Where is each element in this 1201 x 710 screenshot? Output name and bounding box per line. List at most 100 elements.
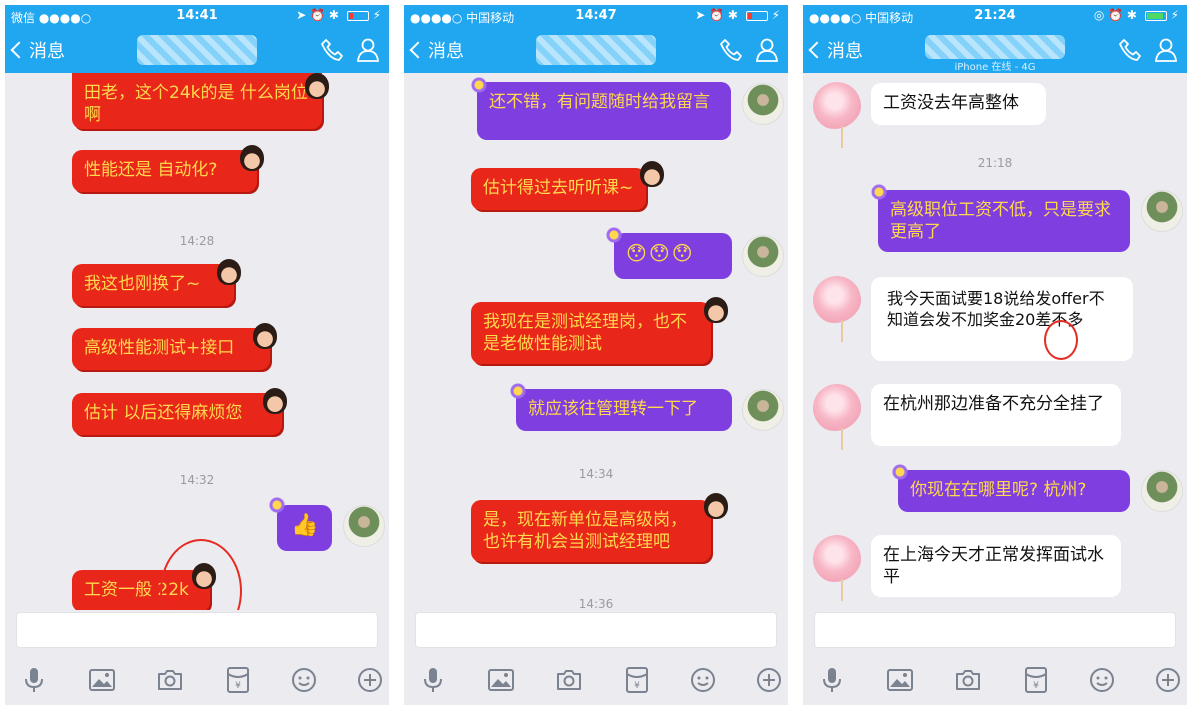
message-input[interactable] (16, 612, 378, 648)
chat-navbar: 消息 (404, 27, 788, 73)
avatar-self[interactable] (742, 83, 784, 125)
sticker-face (263, 388, 287, 414)
camera-icon[interactable] (153, 663, 187, 697)
message-input[interactable] (814, 612, 1176, 648)
message-bubble[interactable]: 你现在在哪里呢? 杭州? (898, 470, 1130, 512)
status-bar: 微信 ●●●●○ 14:41 ➤ ⏰ ✱ ⚡ (5, 5, 389, 27)
sticker-face (704, 493, 728, 519)
timestamp: 14:28 (179, 234, 215, 248)
message-bubble[interactable]: 我这也刚换了~ (72, 264, 234, 306)
camera-icon[interactable] (951, 663, 985, 697)
sticker-face (217, 259, 241, 285)
message-bubble[interactable]: 在杭州那边准备不充分全挂了 (871, 384, 1121, 446)
input-toolbar: ¥ (5, 655, 389, 705)
person-icon[interactable] (1153, 37, 1179, 67)
avatar-self[interactable] (1141, 190, 1183, 232)
bubble-decoration (508, 381, 528, 401)
bubble-decoration (604, 225, 624, 245)
emoji-icon[interactable] (287, 663, 321, 697)
message-bubble[interactable]: 田老，这个24k的是 什么岗位啊 (72, 73, 322, 129)
battery-icon (346, 10, 369, 21)
image-icon[interactable] (484, 663, 518, 697)
status-icons: ➤ ⏰ ✱ ⚡ (296, 8, 381, 22)
red-packet-icon[interactable]: ¥ (620, 663, 654, 697)
microphone-icon[interactable] (815, 663, 849, 697)
avatar-contact[interactable] (813, 82, 861, 148)
plus-icon[interactable] (752, 663, 786, 697)
message-bubble[interactable]: 就应该往管理转一下了 (516, 389, 732, 431)
message-bubble[interactable]: 我现在是测试经理岗，也不是老做性能测试 (471, 302, 711, 364)
status-icons: ➤ ⏰ ✱ ⚡ (695, 8, 780, 22)
annotation-circle (160, 539, 242, 610)
status-bar: ●●●●○ 中国移动 14:47 ➤ ⏰ ✱ ⚡ (404, 5, 788, 27)
red-packet-icon[interactable]: ¥ (1019, 663, 1053, 697)
chat-navbar: 消息 iPhone 在线 - 4G (803, 27, 1187, 73)
avatar-self[interactable] (742, 389, 784, 431)
message-bubble[interactable]: 高级职位工资不低，只是要求更高了 (878, 190, 1130, 252)
sticker-face (240, 145, 264, 171)
message-input[interactable] (415, 612, 777, 648)
plus-icon[interactable] (353, 663, 387, 697)
svg-text:¥: ¥ (634, 681, 640, 691)
emoji-icon[interactable] (1085, 663, 1119, 697)
message-bubble[interactable]: 还不错，有问题随时给我留言 (477, 82, 731, 140)
avatar-self[interactable] (1141, 470, 1183, 512)
message-list[interactable]: 工资没去年高整体 21:18 高级职位工资不低，只是要求更高了 我今天面试要18… (803, 73, 1187, 610)
input-toolbar: ¥ (803, 655, 1187, 705)
camera-icon[interactable] (552, 663, 586, 697)
sticker-face (704, 297, 728, 323)
avatar-contact[interactable] (813, 384, 861, 450)
person-icon[interactable] (355, 37, 381, 67)
status-bar: ●●●●○ 中国移动 21:24 ◎ ⏰ ✱ ⚡ (803, 5, 1187, 27)
message-bubble[interactable]: 高级性能测试+接口 (72, 328, 270, 370)
message-bubble[interactable]: 我今天面试要18说给发offer不知道会发不加奖金20差不多 (871, 277, 1133, 361)
message-list[interactable]: 田老，这个24k的是 什么岗位啊 性能还是 自动化? 14:28 我这也刚换了~… (5, 73, 389, 610)
phone-icon[interactable] (319, 37, 345, 67)
status-icons: ◎ ⏰ ✱ ⚡ (1093, 8, 1179, 22)
avatar-contact[interactable] (813, 535, 861, 601)
timestamp: 21:18 (977, 156, 1013, 170)
message-bubble[interactable]: 估计 以后还得麻烦您 (72, 393, 282, 435)
avatar-self[interactable] (742, 235, 784, 277)
sticker-face (640, 161, 664, 187)
svg-text:¥: ¥ (1033, 681, 1039, 691)
message-bubble[interactable]: 是，现在新单位是高级岗，也许有机会当测试经理吧 (471, 500, 711, 562)
thumbs-up-message[interactable]: 👍 (277, 505, 332, 551)
avatar-self[interactable] (343, 505, 385, 547)
emoji-icon[interactable] (686, 663, 720, 697)
message-bubble[interactable]: 在上海今天才正常发挥面试水平 (871, 535, 1121, 597)
chat-screenshot-1: 微信 ●●●●○ 14:41 ➤ ⏰ ✱ ⚡ 消息 田老，这个24k的是 什么岗… (5, 5, 389, 705)
sticker-face (305, 73, 329, 99)
message-bubble[interactable]: 性能还是 自动化? (72, 150, 257, 192)
sticker-face (253, 323, 277, 349)
bubble-decoration (869, 182, 889, 202)
chat-screenshot-3: ●●●●○ 中国移动 21:24 ◎ ⏰ ✱ ⚡ 消息 iPhone 在线 - … (803, 5, 1187, 705)
chat-navbar: 消息 (5, 27, 389, 73)
microphone-icon[interactable] (416, 663, 450, 697)
battery-icon (1144, 10, 1167, 21)
bubble-decoration (469, 75, 489, 95)
red-packet-icon[interactable]: ¥ (221, 663, 255, 697)
message-list[interactable]: 还不错，有问题随时给我留言 估计得过去听听课~ 😯😯😯 我现在是测试经理岗，也不… (404, 73, 788, 610)
input-toolbar: ¥ (404, 655, 788, 705)
message-bubble[interactable]: 估计得过去听听课~ (471, 168, 646, 210)
bubble-decoration (267, 495, 287, 515)
timestamp: 14:34 (578, 467, 614, 481)
image-icon[interactable] (85, 663, 119, 697)
svg-text:¥: ¥ (235, 681, 241, 691)
plus-icon[interactable] (1151, 663, 1185, 697)
image-icon[interactable] (883, 663, 917, 697)
battery-icon (745, 10, 768, 21)
message-bubble[interactable]: 工资没去年高整体 (871, 83, 1046, 125)
timestamp: 14:36 (578, 597, 614, 610)
microphone-icon[interactable] (17, 663, 51, 697)
phone-icon[interactable] (718, 37, 744, 67)
avatar-contact[interactable] (813, 276, 861, 342)
phone-icon[interactable] (1117, 37, 1143, 67)
chat-screenshot-2: ●●●●○ 中国移动 14:47 ➤ ⏰ ✱ ⚡ 消息 还不错，有问题随时给我留… (404, 5, 788, 705)
emoji-message[interactable]: 😯😯😯 (614, 233, 732, 279)
person-icon[interactable] (754, 37, 780, 67)
bubble-decoration (890, 462, 910, 482)
annotation-circle (1044, 320, 1078, 360)
timestamp: 14:32 (179, 473, 215, 487)
